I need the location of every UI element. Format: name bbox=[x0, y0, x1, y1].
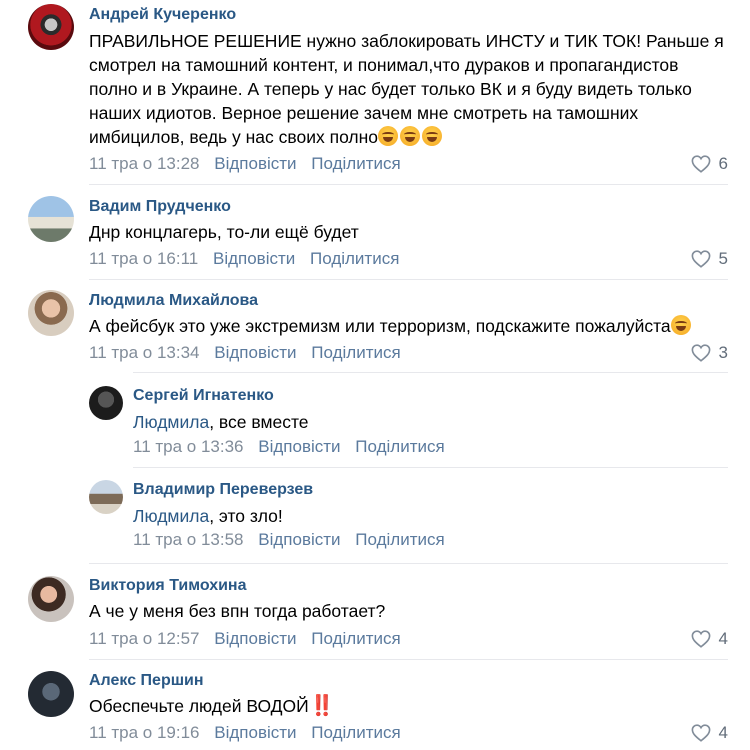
avatar[interactable] bbox=[89, 386, 123, 420]
share-button[interactable]: Поділитися bbox=[311, 723, 400, 742]
divider bbox=[89, 563, 728, 564]
avatar[interactable] bbox=[28, 196, 74, 242]
comment-meta: 11 тра о 13:34 Відповісти Поділитися bbox=[89, 343, 411, 363]
heart-icon bbox=[691, 630, 710, 648]
comment-meta: 11 тра о 12:57 Відповісти Поділитися bbox=[89, 629, 411, 649]
divider bbox=[133, 467, 728, 468]
reply-button[interactable]: Відповісти bbox=[214, 723, 296, 742]
avatar[interactable] bbox=[28, 290, 74, 336]
like-button[interactable]: 4 bbox=[691, 629, 728, 649]
avatar[interactable] bbox=[28, 671, 74, 717]
reply-button[interactable]: Відповісти bbox=[214, 343, 296, 362]
comment-meta: 11 тра о 13:28 Відповісти Поділитися bbox=[89, 154, 411, 174]
comment-time[interactable]: 11 тра о 12:57 bbox=[89, 629, 200, 648]
mention-link[interactable]: Людмила bbox=[133, 506, 209, 526]
share-button[interactable]: Поділитися bbox=[311, 154, 400, 173]
heart-icon bbox=[691, 724, 710, 742]
reply-button[interactable]: Відповісти bbox=[214, 154, 296, 173]
double-exclamation-icon: ‼️ bbox=[309, 695, 335, 717]
rofl-emoji-icon bbox=[400, 126, 421, 146]
comment-author[interactable]: Людмила Михайлова bbox=[89, 292, 258, 310]
share-button[interactable]: Поділитися bbox=[310, 249, 399, 268]
comment-text: ПРАВИЛЬНОЕ РЕШЕНИЕ нужно заблокировать И… bbox=[89, 31, 729, 147]
reply-button[interactable]: Відповісти bbox=[258, 530, 340, 549]
divider bbox=[89, 184, 728, 185]
like-count: 4 bbox=[718, 723, 728, 742]
avatar[interactable] bbox=[28, 4, 74, 50]
comment-text: Днр концлагерь, то-ли ещё будет bbox=[89, 222, 359, 242]
like-count: 5 bbox=[718, 249, 728, 268]
reply-button[interactable]: Відповісти bbox=[258, 437, 340, 456]
share-button[interactable]: Поділитися bbox=[311, 629, 400, 648]
divider bbox=[89, 279, 728, 280]
comment-text: А че у меня без впн тогда работает? bbox=[89, 601, 386, 621]
rofl-emoji-icon bbox=[378, 126, 399, 146]
comment-text: А фейсбук это уже экстремизм или террори… bbox=[89, 314, 729, 338]
heart-icon bbox=[691, 155, 710, 173]
comment-text: Людмила, это зло! bbox=[133, 506, 283, 526]
comment-meta: 11 тра о 19:16 Відповісти Поділитися bbox=[89, 723, 411, 743]
share-button[interactable]: Поділитися bbox=[355, 530, 444, 549]
comment-author[interactable]: Сергей Игнатенко bbox=[133, 387, 274, 405]
divider bbox=[89, 659, 728, 660]
like-button[interactable]: 5 bbox=[691, 249, 728, 269]
comment-text: Людмила, все вместе bbox=[133, 412, 309, 432]
comment-text: Обеспечьте людей ВОДОЙ‼️ bbox=[89, 695, 335, 717]
comment-time[interactable]: 11 тра о 13:36 bbox=[133, 437, 244, 456]
reply-button[interactable]: Відповісти bbox=[214, 629, 296, 648]
comment-meta: 11 тра о 16:11 Відповісти Поділитися bbox=[89, 249, 409, 269]
share-button[interactable]: Поділитися bbox=[311, 343, 400, 362]
like-count: 4 bbox=[718, 629, 728, 648]
rofl-emoji-icon bbox=[422, 126, 443, 146]
comment-author[interactable]: Владимир Переверзев bbox=[133, 481, 313, 499]
avatar[interactable] bbox=[89, 480, 123, 514]
comment-time[interactable]: 11 тра о 13:34 bbox=[89, 343, 200, 362]
like-button[interactable]: 6 bbox=[691, 154, 728, 174]
heart-icon bbox=[691, 344, 710, 362]
comment-author[interactable]: Виктория Тимохина bbox=[89, 577, 246, 595]
reply-button[interactable]: Відповісти bbox=[213, 249, 295, 268]
comment-time[interactable]: 11 тра о 16:11 bbox=[89, 249, 198, 268]
like-count: 6 bbox=[718, 154, 728, 173]
like-button[interactable]: 3 bbox=[691, 343, 728, 363]
comment-author[interactable]: Вадим Прудченко bbox=[89, 198, 231, 216]
comment-time[interactable]: 11 тра о 19:16 bbox=[89, 723, 200, 742]
comment-meta: 11 тра о 13:58 Відповісти Поділитися bbox=[133, 530, 455, 550]
comment-author[interactable]: Алекс Першин bbox=[89, 672, 204, 690]
divider bbox=[133, 372, 728, 373]
share-button[interactable]: Поділитися bbox=[355, 437, 444, 456]
like-count: 3 bbox=[718, 343, 728, 362]
avatar[interactable] bbox=[28, 576, 74, 622]
comment-time[interactable]: 11 тра о 13:58 bbox=[133, 530, 244, 549]
rofl-emoji-icon bbox=[670, 315, 691, 335]
like-button[interactable]: 4 bbox=[691, 723, 728, 743]
mention-link[interactable]: Людмила bbox=[133, 412, 209, 432]
comment-meta: 11 тра о 13:36 Відповісти Поділитися bbox=[133, 437, 455, 457]
heart-icon bbox=[691, 250, 710, 268]
comment-author[interactable]: Андрей Кучеренко bbox=[89, 6, 236, 24]
comment-time[interactable]: 11 тра о 13:28 bbox=[89, 154, 200, 173]
